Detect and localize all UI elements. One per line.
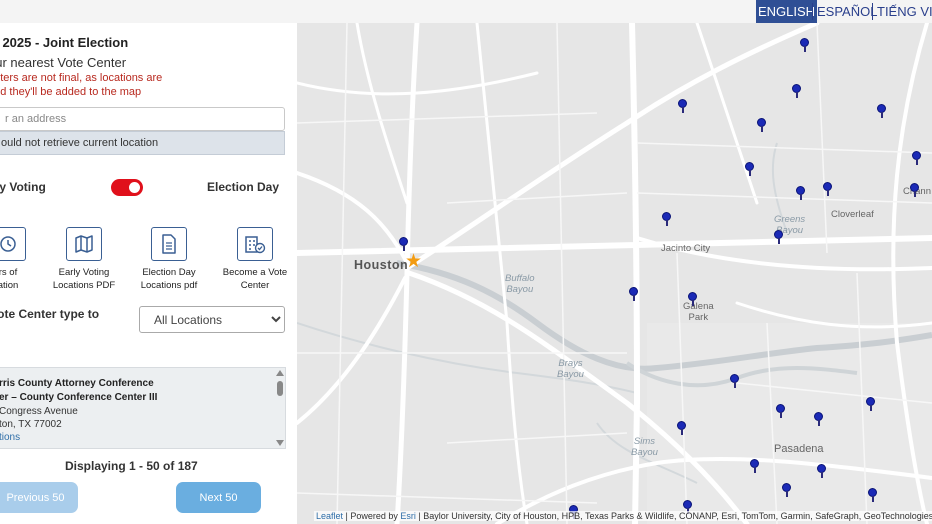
map-marker[interactable] — [678, 99, 688, 113]
geolocation-error: ould not retrieve current location — [0, 131, 285, 155]
address-input[interactable] — [0, 107, 285, 131]
map-marker[interactable] — [757, 118, 767, 132]
map-marker[interactable] — [745, 162, 755, 176]
map-marker[interactable] — [910, 183, 920, 197]
tile-election-day-pdf[interactable]: Election Day Locations pdf — [124, 227, 214, 292]
list-item-city: ton, TX 77002 — [0, 419, 62, 430]
results-count: Displaying 1 - 50 of 187 — [65, 459, 198, 473]
lang-vietnamese[interactable]: TIẾNG VIỆ — [875, 0, 932, 23]
list-scrollbar[interactable] — [276, 370, 284, 446]
map-marker[interactable] — [796, 186, 806, 200]
map-attribution: Leaflet | Powered by Esri | Baylor Unive… — [314, 511, 932, 521]
map-basemap — [297, 23, 932, 524]
scroll-thumb[interactable] — [277, 381, 283, 396]
tile-become-vote-center[interactable]: Become a Vote Center — [210, 227, 297, 292]
scroll-down-icon[interactable] — [276, 440, 284, 446]
tile-label: Election Day Locations pdf — [140, 267, 198, 291]
vote-center-type-label: Vote Center type toy: — [0, 307, 100, 337]
document-icon — [151, 227, 187, 261]
map-marker[interactable] — [817, 464, 827, 478]
map-marker[interactable] — [750, 459, 760, 473]
tile-early-voting-pdf[interactable]: Early Voting Locations PDF — [39, 227, 129, 292]
early-voting-label: ly Voting — [0, 180, 46, 194]
esri-link[interactable]: Esri — [400, 511, 416, 521]
map-label-houston: Houston — [354, 258, 409, 272]
lang-divider — [812, 3, 813, 20]
map-marker[interactable] — [662, 212, 672, 226]
attribution-text: | Powered by — [343, 511, 401, 521]
building-check-icon — [237, 227, 273, 261]
map-marker[interactable] — [814, 412, 824, 426]
attribution-text: | Baylor University, City of Houston, HP… — [415, 511, 932, 521]
map-marker[interactable] — [877, 104, 887, 118]
lang-divider — [872, 3, 873, 20]
map-label-jacinto-city: Jacinto City — [661, 243, 711, 254]
scroll-up-icon[interactable] — [276, 370, 284, 376]
map-marker[interactable] — [774, 230, 784, 244]
next-page-button[interactable]: Next 50 — [176, 482, 261, 513]
map-marker[interactable] — [866, 397, 876, 411]
tile-label: Become a Vote Center — [222, 267, 288, 291]
map-marker[interactable] — [912, 151, 922, 165]
vote-center-type-select[interactable]: All Locations — [139, 306, 285, 333]
list-item-street: Congress Avenue — [0, 406, 78, 417]
map-marker[interactable] — [868, 488, 878, 502]
map-marker[interactable] — [792, 84, 802, 98]
voting-period-toggle[interactable] — [111, 179, 143, 196]
map-label-buffalo-bayou: Buffalo Bayou — [505, 273, 535, 295]
tile-label: Early Voting Locations PDF — [52, 267, 116, 291]
map-marker[interactable] — [399, 237, 409, 251]
list-item-name[interactable]: rris County Attorney Conference er – Coun… — [0, 377, 189, 405]
current-location-star-icon[interactable]: ★ — [405, 252, 422, 271]
previous-page-button[interactable]: Previous 50 — [0, 482, 78, 513]
vote-center-list[interactable]: rris County Attorney Conference er – Coun… — [0, 367, 286, 449]
map-icon — [66, 227, 102, 261]
language-bar: ENGLISH ESPAÑOL TIẾNG VIỆ — [0, 0, 932, 23]
map-label-sims-bayou: Sims Bayou — [631, 436, 658, 458]
map-marker[interactable] — [776, 404, 786, 418]
lang-english[interactable]: ENGLISH — [756, 0, 818, 23]
map-marker[interactable] — [823, 182, 833, 196]
side-panel: 3, 2025 - Joint Election our nearest Vot… — [0, 23, 297, 524]
map-label-cloverleaf: Cloverleaf — [831, 209, 874, 220]
election-day-label: Election Day — [207, 180, 280, 194]
leaflet-link[interactable]: Leaflet — [316, 511, 343, 521]
notice-line: enters are not final, as locations are — [0, 72, 163, 84]
map-marker[interactable] — [677, 421, 687, 435]
map-label-pasadena: Pasadena — [774, 443, 824, 455]
clock-icon — [0, 227, 26, 261]
list-item-directions-link[interactable]: tions — [0, 432, 20, 443]
map-marker[interactable] — [800, 38, 810, 52]
panel-subtitle: our nearest Vote Center — [0, 55, 127, 70]
map-view[interactable]: Houston Buffalo Bayou Brays Bayou Sims B… — [297, 23, 932, 524]
map-marker[interactable] — [688, 292, 698, 306]
lang-espanol[interactable]: ESPAÑOL — [815, 0, 879, 23]
map-marker[interactable] — [629, 287, 639, 301]
map-label-brays-bayou: Brays Bayou — [557, 358, 584, 380]
election-title: 3, 2025 - Joint Election — [0, 35, 129, 50]
notice-text: enters are not final, as locations are n… — [0, 71, 188, 99]
map-marker[interactable] — [782, 483, 792, 497]
notice-line: ned they'll be added to the map — [0, 86, 142, 98]
toggle-knob — [129, 182, 140, 193]
map-marker[interactable] — [730, 374, 740, 388]
